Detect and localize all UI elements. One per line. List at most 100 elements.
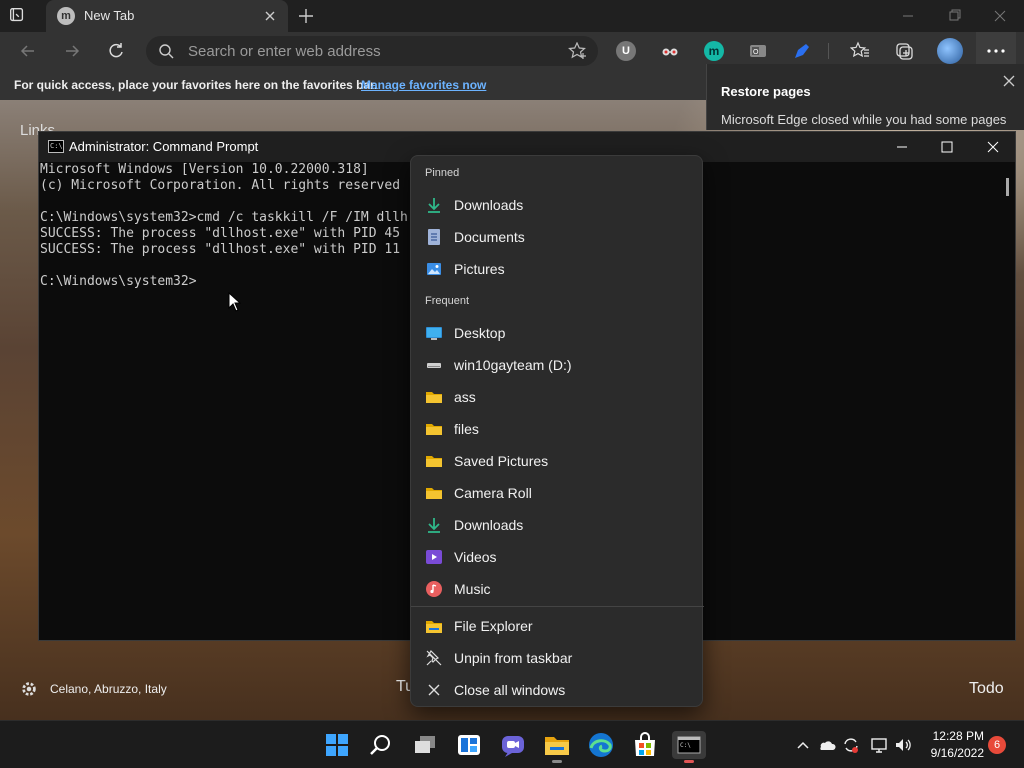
pen-extension-icon[interactable] xyxy=(792,41,812,61)
show-hidden-icons-icon[interactable] xyxy=(794,736,812,754)
search-icon[interactable] xyxy=(367,731,395,759)
pinned-header: Pinned xyxy=(425,167,460,179)
restore-pages-message: Microsoft Edge closed while you had some… xyxy=(721,112,1007,127)
restore-down-icon[interactable] xyxy=(934,4,974,28)
jump-list-item[interactable]: Close all windows xyxy=(411,674,704,706)
jump-list-item[interactable]: ass xyxy=(411,381,704,413)
address-bar[interactable] xyxy=(146,36,598,66)
jump-list-item-label: Music xyxy=(454,581,491,597)
profile-avatar-icon[interactable] xyxy=(937,38,963,64)
search-icon xyxy=(158,43,174,59)
cmd-scrollbar-thumb[interactable] xyxy=(1006,178,1009,196)
restore-close-icon[interactable] xyxy=(1002,74,1016,88)
videos-icon xyxy=(425,548,443,566)
restore-pages-popup: Restore pages Microsoft Edge closed whil… xyxy=(706,64,1024,130)
store-icon[interactable] xyxy=(631,731,659,759)
close-window-icon[interactable] xyxy=(980,4,1020,28)
clock-time[interactable]: 12:28 PM xyxy=(918,729,984,743)
minimize-icon[interactable] xyxy=(888,4,928,28)
jump-list-item[interactable]: Unpin from taskbar xyxy=(411,642,704,674)
taskbar: C:\ 12:28 PM 9/16/2022 6 xyxy=(0,720,1024,768)
jump-list-item[interactable]: Camera Roll xyxy=(411,477,704,509)
tab-new-tab[interactable]: m New Tab xyxy=(46,0,288,32)
jump-list-item-label: Documents xyxy=(454,229,525,245)
cmd-close-icon[interactable] xyxy=(978,137,1008,157)
sync-icon[interactable] xyxy=(842,736,860,754)
file-explorer-icon[interactable] xyxy=(543,731,571,763)
download-icon xyxy=(425,516,443,534)
jump-list-item[interactable]: Documents xyxy=(411,221,704,253)
m-extension-icon[interactable]: m xyxy=(704,41,724,61)
folder-icon xyxy=(425,484,443,502)
jump-list-item[interactable]: files xyxy=(411,413,704,445)
chat-icon[interactable] xyxy=(499,731,527,759)
favorites-icon[interactable] xyxy=(849,41,870,61)
spy-glasses-icon[interactable] xyxy=(660,41,680,61)
svg-text:C:\: C:\ xyxy=(680,742,691,749)
jump-list-item[interactable]: Downloads xyxy=(411,189,704,221)
volume-icon[interactable] xyxy=(894,736,912,754)
jump-list-item-label: win10gayteam (D:) xyxy=(454,357,572,373)
address-input[interactable] xyxy=(188,42,548,60)
jump-list-item[interactable]: Saved Pictures xyxy=(411,445,704,477)
favorites-bar: For quick access, place your favorites h… xyxy=(0,70,706,100)
svg-text:O: O xyxy=(753,49,759,56)
cmd-maximize-icon[interactable] xyxy=(932,137,962,157)
jump-list-item-label: Pictures xyxy=(454,261,505,277)
download-icon xyxy=(425,196,443,214)
unpin-icon xyxy=(425,649,443,667)
onedrive-icon[interactable] xyxy=(818,736,836,754)
jump-list-item[interactable]: Videos xyxy=(411,541,704,573)
restore-pages-title: Restore pages xyxy=(721,84,811,99)
todo-label[interactable]: Todo xyxy=(969,680,1004,698)
folder-icon xyxy=(425,420,443,438)
clock-date[interactable]: 9/16/2022 xyxy=(918,746,984,760)
cmd-minimize-icon[interactable] xyxy=(887,137,917,157)
add-favorite-icon[interactable] xyxy=(568,41,588,60)
jump-list-item-label: files xyxy=(454,421,479,437)
terminal-icon[interactable]: C:\ xyxy=(672,731,706,763)
jump-list-item[interactable]: Music xyxy=(411,573,704,605)
collections-icon[interactable] xyxy=(894,41,914,61)
widgets-icon[interactable] xyxy=(455,731,483,759)
background-location[interactable]: Celano, Abruzzo, Italy xyxy=(50,682,167,696)
file-explorer-icon xyxy=(425,617,443,635)
music-icon xyxy=(425,580,443,598)
edge-icon[interactable] xyxy=(587,731,615,759)
ublock-icon[interactable]: U xyxy=(616,41,636,61)
close-icon xyxy=(425,681,443,699)
documents-icon xyxy=(425,228,443,246)
jump-list-item[interactable]: File Explorer xyxy=(411,610,704,642)
file-explorer-jump-list: Pinned Downloads Documents Pictures Freque… xyxy=(410,155,704,707)
start-icon[interactable] xyxy=(323,731,351,759)
jump-list-item-label: Downloads xyxy=(454,197,524,213)
jump-list-item[interactable]: Downloads xyxy=(411,509,704,541)
notification-badge[interactable]: 6 xyxy=(988,736,1006,754)
back-icon[interactable] xyxy=(18,41,38,61)
jump-list-item-label: ass xyxy=(454,389,476,405)
network-icon[interactable] xyxy=(870,736,888,754)
manage-favorites-link[interactable]: Manage favorites now xyxy=(361,78,486,92)
frequent-header: Frequent xyxy=(425,295,470,307)
folder-icon xyxy=(425,388,443,406)
refresh-icon[interactable] xyxy=(106,41,126,61)
jump-list-item-label: Camera Roll xyxy=(454,485,532,501)
pictures-icon xyxy=(425,260,443,278)
tab-actions-icon[interactable] xyxy=(8,6,30,26)
settings-gear-icon[interactable] xyxy=(20,680,38,698)
cmd-title: Administrator: Command Prompt xyxy=(69,139,259,154)
jump-list-item[interactable]: Desktop xyxy=(411,317,704,349)
cmd-app-icon: C:\ xyxy=(48,140,64,153)
new-tab-icon[interactable] xyxy=(296,6,316,26)
drive-icon xyxy=(425,356,443,374)
folder-icon xyxy=(425,452,443,470)
outlook-extension-icon[interactable]: O xyxy=(748,41,768,61)
toolbar-divider xyxy=(828,43,829,59)
jump-list-item[interactable]: win10gayteam (D:) xyxy=(411,349,704,381)
tab-bar: m New Tab xyxy=(0,0,1024,32)
forward-icon[interactable] xyxy=(62,41,82,61)
mouse-cursor-icon xyxy=(228,291,242,312)
tab-close-icon[interactable] xyxy=(262,8,278,24)
task-view-icon[interactable] xyxy=(411,731,439,759)
jump-list-item[interactable]: Pictures xyxy=(411,253,704,285)
